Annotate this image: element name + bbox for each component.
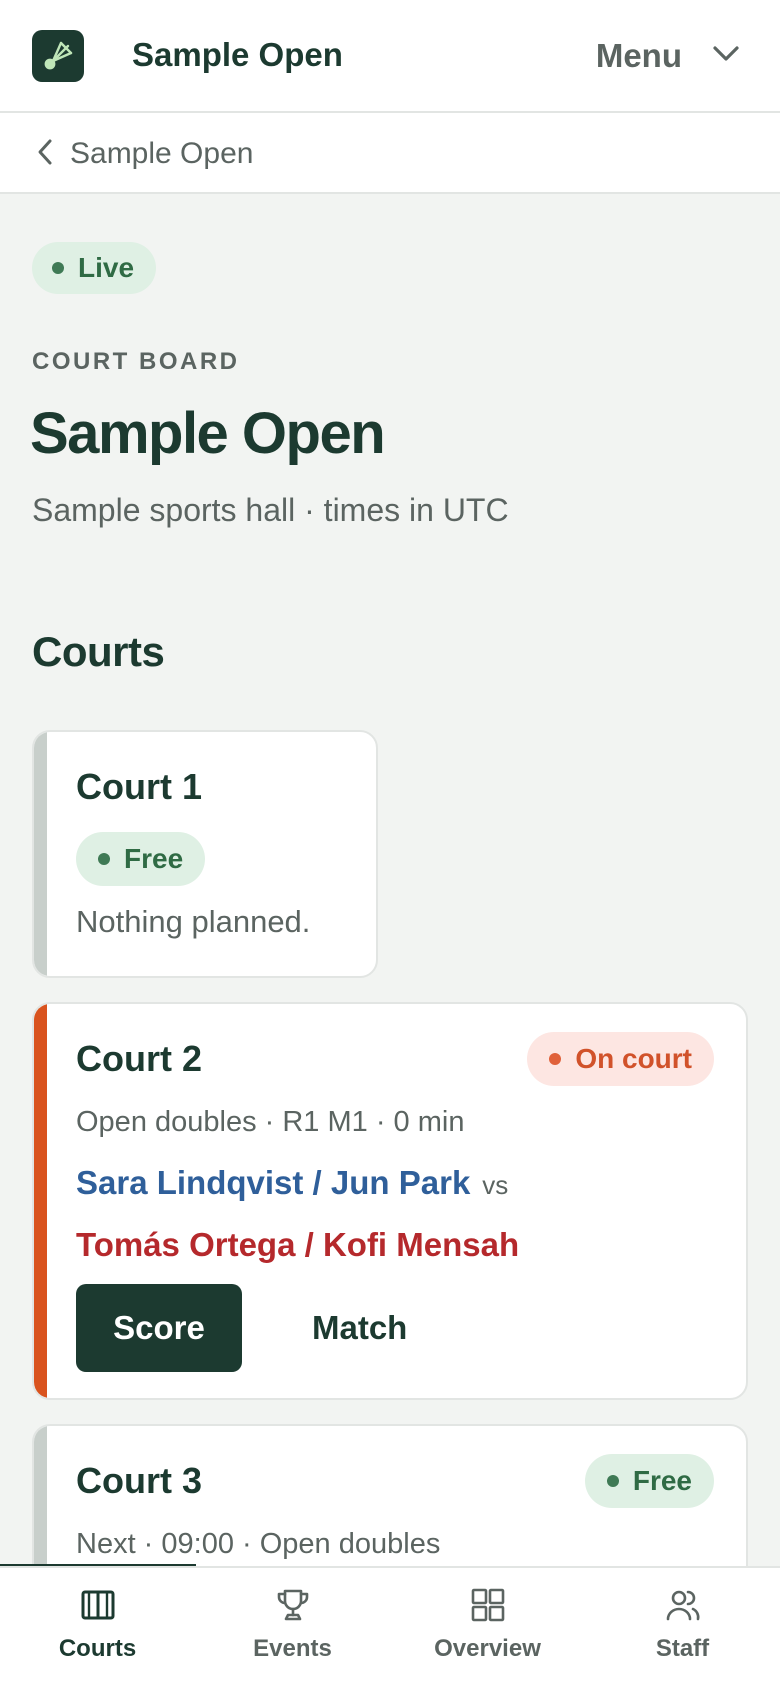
court-card-2[interactable]: Court 2 On court Open doubles · R1 M1 · …	[32, 1002, 748, 1400]
nav-item-overview[interactable]: Overview	[390, 1568, 585, 1688]
page-subtitle: Sample sports hall · times in UTC	[32, 492, 509, 528]
match-button[interactable]: Match	[296, 1284, 423, 1372]
page-eyebrow: COURT BOARD	[32, 348, 240, 375]
status-dot-icon	[52, 262, 64, 274]
court-name: Court 1	[76, 766, 202, 807]
status-dot-icon	[606, 1475, 619, 1487]
team-b[interactable]: Tomás Ortega / Kofi Mensah	[76, 1226, 519, 1264]
court-status-stripe	[34, 1004, 47, 1398]
court-status-label: On court	[575, 1043, 692, 1074]
court-note: Nothing planned.	[76, 904, 311, 939]
status-dot-icon	[98, 853, 110, 865]
app-title: Sample Open	[132, 36, 343, 73]
score-button[interactable]: Score	[76, 1284, 242, 1372]
trophy-icon	[275, 1588, 311, 1627]
menu-button[interactable]: Menu	[596, 30, 740, 82]
court-name: Court 3	[76, 1460, 202, 1501]
chevron-left-icon	[36, 138, 54, 171]
court-card-1[interactable]: Court 1 Free Nothing planned.	[32, 730, 378, 978]
chevron-down-icon	[712, 45, 740, 68]
people-icon	[665, 1588, 701, 1627]
team-a-label[interactable]: Sara Lindqvist / Jun Park	[76, 1164, 470, 1201]
nav-item-staff[interactable]: Staff	[585, 1568, 780, 1688]
nav-label: Events	[253, 1635, 332, 1662]
match-meta: Open doubles · R1 M1 · 0 min	[76, 1106, 465, 1138]
court-status-label: Free	[632, 1465, 692, 1496]
nav-label: Courts	[58, 1635, 137, 1662]
nav-item-courts[interactable]: Courts	[0, 1568, 195, 1688]
live-status-label: Live	[78, 252, 135, 283]
grid-icon	[470, 1588, 506, 1627]
breadcrumb-bar: Sample Open	[0, 113, 780, 194]
nav-item-events[interactable]: Events	[195, 1568, 390, 1688]
status-dot-icon	[549, 1053, 562, 1065]
court-status-badge: On court	[527, 1032, 714, 1086]
nav-label: Staff	[655, 1635, 710, 1662]
versus-label: vs	[482, 1170, 509, 1200]
page-title: Sample Open	[30, 401, 386, 466]
court-name: Court 2	[76, 1038, 202, 1079]
court-icon	[80, 1588, 116, 1627]
live-status-badge: Live	[32, 242, 157, 294]
court-status-stripe	[34, 732, 47, 976]
court-status-badge: Free	[584, 1454, 714, 1508]
team-a: Sara Lindqvist / Jun Park vs	[76, 1164, 508, 1202]
court-next-match: Next · 09:00 · Open doubles	[76, 1528, 441, 1560]
nav-label: Overview	[434, 1635, 541, 1662]
court-status-label: Free	[124, 843, 184, 874]
shuttlecock-icon[interactable]	[32, 30, 84, 82]
court-status-badge: Free	[76, 832, 206, 886]
courts-section-title: Courts	[32, 628, 165, 675]
breadcrumb[interactable]: Sample Open	[36, 137, 253, 171]
bottom-nav: Courts Events Overview Staff	[0, 1566, 780, 1688]
top-bar: Sample Open Menu	[0, 0, 780, 113]
menu-label: Menu	[595, 37, 682, 74]
breadcrumb-label: Sample Open	[70, 137, 254, 170]
